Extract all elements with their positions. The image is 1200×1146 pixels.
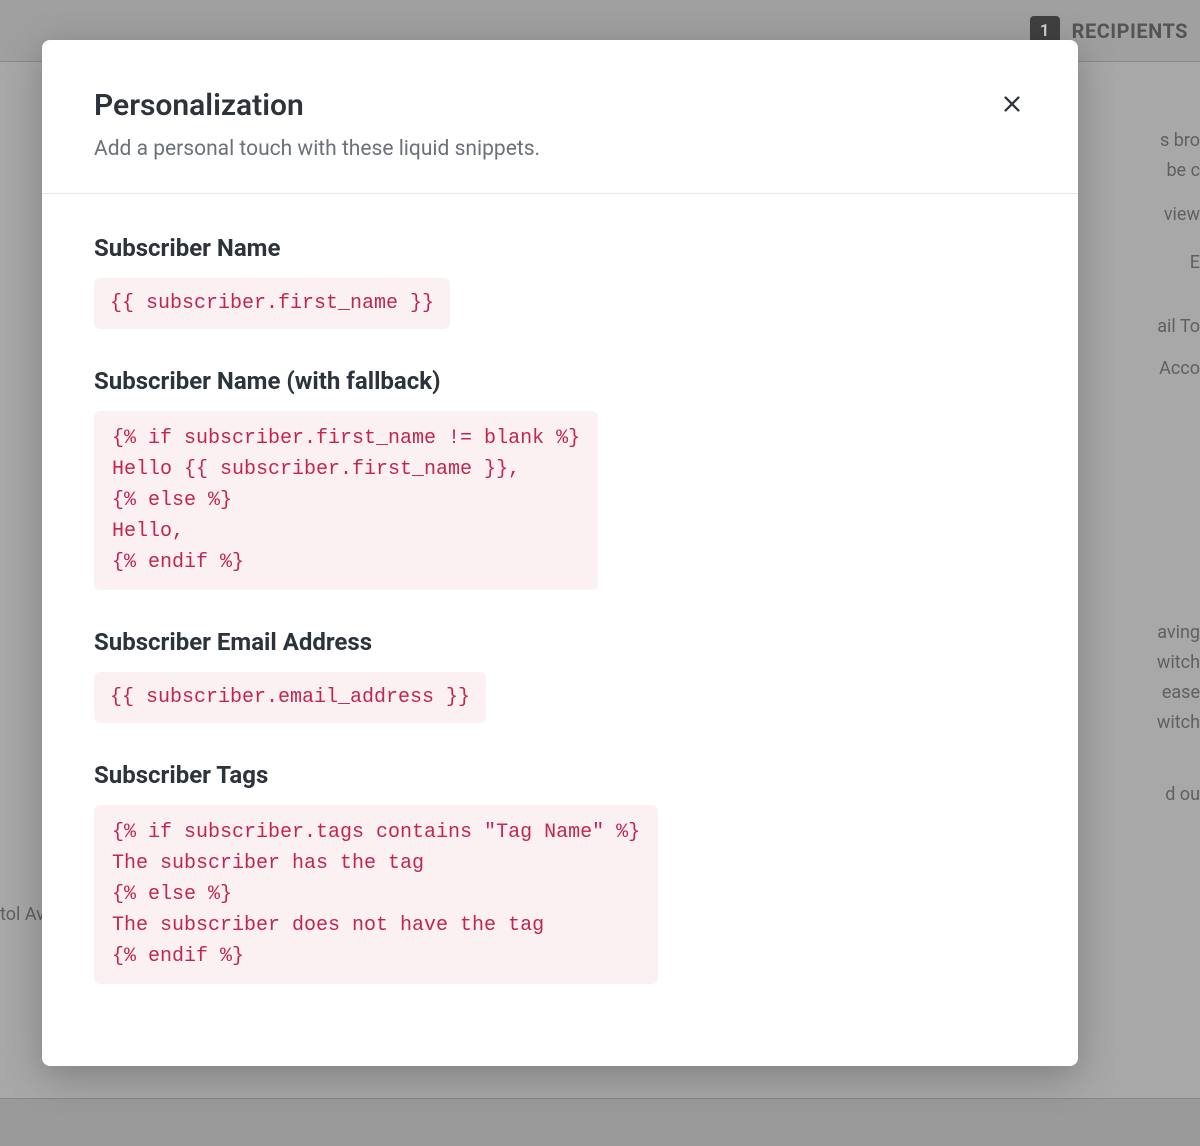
background-footer [0, 1098, 1200, 1146]
section-title: Subscriber Email Address [94, 628, 1026, 656]
bg-text: be c [1166, 160, 1200, 181]
section-subscriber-name-fallback: Subscriber Name (with fallback) {% if su… [94, 367, 1026, 590]
bg-text: witch [1157, 712, 1200, 733]
close-icon [1001, 93, 1023, 115]
code-snippet[interactable]: {{ subscriber.email_address }} [94, 672, 486, 723]
bg-text: view [1164, 204, 1200, 225]
bg-text: s bro [1160, 130, 1200, 151]
bg-text: witch [1157, 652, 1200, 673]
modal-subtitle: Add a personal touch with these liquid s… [94, 137, 1026, 161]
bg-text: Acco [1159, 358, 1200, 379]
bg-text: ease [1162, 682, 1200, 703]
code-snippet[interactable]: {% if subscriber.tags contains "Tag Name… [94, 805, 658, 984]
section-subscriber-name: Subscriber Name {{ subscriber.first_name… [94, 234, 1026, 329]
personalization-modal: Personalization Add a personal touch wit… [42, 40, 1078, 1066]
code-snippet[interactable]: {{ subscriber.first_name }} [94, 278, 450, 329]
modal-body: Subscriber Name {{ subscriber.first_name… [42, 194, 1078, 1032]
bg-text: d ou [1165, 784, 1200, 805]
close-button[interactable] [994, 86, 1030, 122]
step-label: RECIPIENTS [1072, 19, 1188, 43]
section-title: Subscriber Name [94, 234, 1026, 262]
bg-text: E [1190, 252, 1200, 273]
section-subscriber-email: Subscriber Email Address {{ subscriber.e… [94, 628, 1026, 723]
section-title: Subscriber Name (with fallback) [94, 367, 1026, 395]
code-snippet[interactable]: {% if subscriber.first_name != blank %} … [94, 411, 598, 590]
modal-header: Personalization Add a personal touch wit… [42, 40, 1078, 194]
bg-text: tol Av [0, 904, 45, 925]
section-subscriber-tags: Subscriber Tags {% if subscriber.tags co… [94, 761, 1026, 984]
section-title: Subscriber Tags [94, 761, 1026, 789]
bg-text: ail To [1157, 316, 1200, 337]
bg-text: aving [1157, 622, 1200, 643]
modal-title: Personalization [94, 88, 1026, 123]
